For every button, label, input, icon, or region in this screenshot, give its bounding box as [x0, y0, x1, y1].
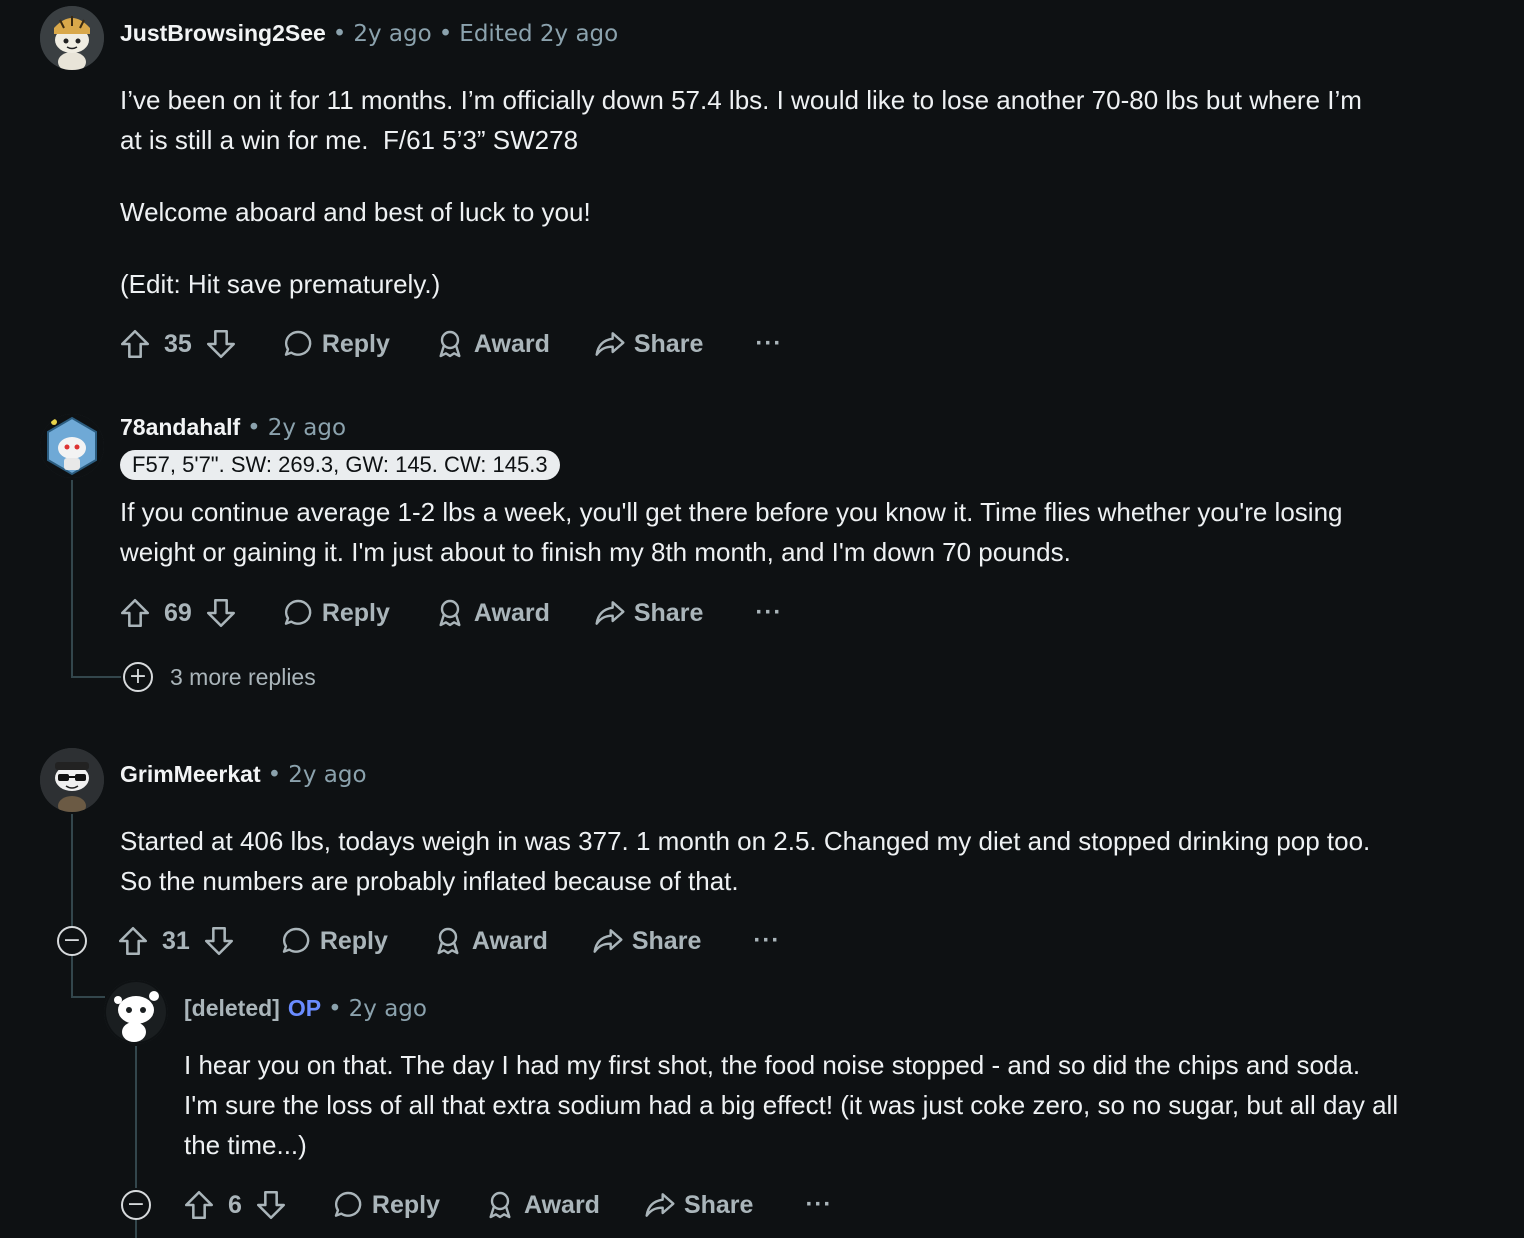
downvote-icon[interactable] [204, 596, 238, 630]
thread-line-branch [71, 996, 105, 998]
username[interactable]: 78andahalf [120, 414, 240, 440]
share-icon [644, 1189, 676, 1221]
comment-paragraph: Welcome aboard and best of luck to you! [120, 197, 591, 227]
sunglasses-snoo-avatar-icon [40, 748, 104, 812]
edited-label: Edited 2y ago [459, 21, 619, 47]
comment-paragraph: I hear you on that. The day I had my fir… [184, 1050, 1399, 1160]
comment-body: If you continue average 1-2 lbs a week, … [120, 492, 1500, 572]
thread-line [71, 814, 73, 928]
thread-line-branch [71, 676, 121, 678]
vote-count: 35 [164, 329, 192, 358]
share-icon [594, 328, 626, 360]
reply-button[interactable]: Reply [282, 328, 390, 360]
speech-bubble-icon [280, 925, 312, 957]
comment-paragraph: If you continue average 1-2 lbs a week, … [120, 497, 1343, 567]
expand-replies-icon[interactable]: + [123, 662, 153, 692]
award-icon [432, 925, 464, 957]
award-icon [434, 597, 466, 629]
timestamp[interactable]: 2y ago [353, 21, 431, 47]
share-button[interactable]: Share [594, 597, 703, 629]
downvote-icon[interactable] [202, 924, 236, 958]
award-button[interactable]: Award [434, 597, 550, 629]
downvote-icon[interactable] [204, 327, 238, 361]
op-badge: OP [287, 995, 322, 1021]
downvote-icon[interactable] [254, 1188, 288, 1222]
username[interactable]: GrimMeerkat [120, 761, 261, 787]
reply-button[interactable]: Reply [280, 925, 388, 957]
comment-paragraph: Started at 406 lbs, todays weigh in was … [120, 826, 1371, 896]
reply-button[interactable]: Reply [332, 1189, 440, 1221]
speech-bubble-icon [332, 1189, 364, 1221]
thread-line [135, 1046, 137, 1188]
timestamp[interactable]: 2y ago [268, 415, 346, 441]
timestamp[interactable]: 2y ago [288, 762, 366, 788]
thread-line [71, 954, 73, 996]
comment-actions: 69 Reply Award Share ··· [118, 593, 782, 633]
comment-body: I hear you on that. The day I had my fir… [184, 1045, 1504, 1165]
more-options-icon[interactable]: ··· [753, 927, 780, 955]
upvote-icon[interactable] [116, 924, 150, 958]
share-button[interactable]: Share [592, 925, 701, 957]
upvote-icon[interactable] [118, 327, 152, 361]
comment-body: Started at 406 lbs, todays weigh in was … [120, 821, 1500, 901]
share-icon [592, 925, 624, 957]
award-button[interactable]: Award [432, 925, 548, 957]
share-icon [594, 597, 626, 629]
share-button[interactable]: Share [594, 328, 703, 360]
more-options-icon[interactable]: ··· [755, 330, 782, 358]
speech-bubble-icon [282, 328, 314, 360]
comment-body: I’ve been on it for 11 months. I’m offic… [120, 80, 1500, 304]
award-icon [434, 328, 466, 360]
upvote-icon[interactable] [182, 1188, 216, 1222]
vote-count: 31 [162, 926, 190, 955]
comment-meta: GrimMeerkat • 2y ago [120, 761, 367, 788]
more-replies-link[interactable]: 3 more replies [170, 664, 316, 691]
username: [deleted] [184, 995, 280, 1021]
space-snoo-avatar-icon [40, 414, 104, 478]
comment-actions: 6 Reply Award Share ··· [182, 1185, 832, 1225]
avatar[interactable] [104, 980, 168, 1044]
user-flair: F57, 5'7". SW: 269.3, GW: 145. CW: 145.3 [120, 450, 560, 480]
thread-line [71, 480, 73, 676]
reply-button[interactable]: Reply [282, 597, 390, 629]
comment-paragraph: (Edit: Hit save prematurely.) [120, 269, 441, 299]
avatar[interactable] [40, 6, 104, 70]
vote-count: 69 [164, 598, 192, 627]
award-icon [484, 1189, 516, 1221]
comment-actions: 31 Reply Award Share ··· [116, 921, 780, 961]
more-options-icon[interactable]: ··· [755, 599, 782, 627]
comment-actions: 35 Reply Award Share ··· [118, 324, 782, 364]
vote-count: 6 [228, 1190, 242, 1219]
timestamp[interactable]: 2y ago [349, 996, 427, 1022]
award-button[interactable]: Award [434, 328, 550, 360]
thread-line [135, 1220, 137, 1238]
collapse-thread-icon[interactable]: − [57, 926, 87, 956]
comment-meta: JustBrowsing2See • 2y ago • Edited 2y ago [120, 20, 619, 47]
collapse-thread-icon[interactable]: − [121, 1190, 151, 1220]
username[interactable]: JustBrowsing2See [120, 20, 326, 46]
avatar[interactable] [40, 414, 104, 478]
share-button[interactable]: Share [644, 1189, 753, 1221]
comment-meta: 78andahalf • 2y ago [120, 414, 347, 441]
speech-bubble-icon [282, 597, 314, 629]
deleted-snoo-avatar-icon [104, 980, 168, 1044]
upvote-icon[interactable] [118, 596, 152, 630]
tiger-hat-snoo-avatar-icon [40, 6, 104, 70]
avatar[interactable] [40, 748, 104, 812]
more-options-icon[interactable]: ··· [805, 1191, 832, 1219]
comment-meta: [deleted] OP • 2y ago [184, 995, 427, 1022]
award-button[interactable]: Award [484, 1189, 600, 1221]
comment-paragraph: I’ve been on it for 11 months. I’m offic… [120, 85, 1362, 155]
